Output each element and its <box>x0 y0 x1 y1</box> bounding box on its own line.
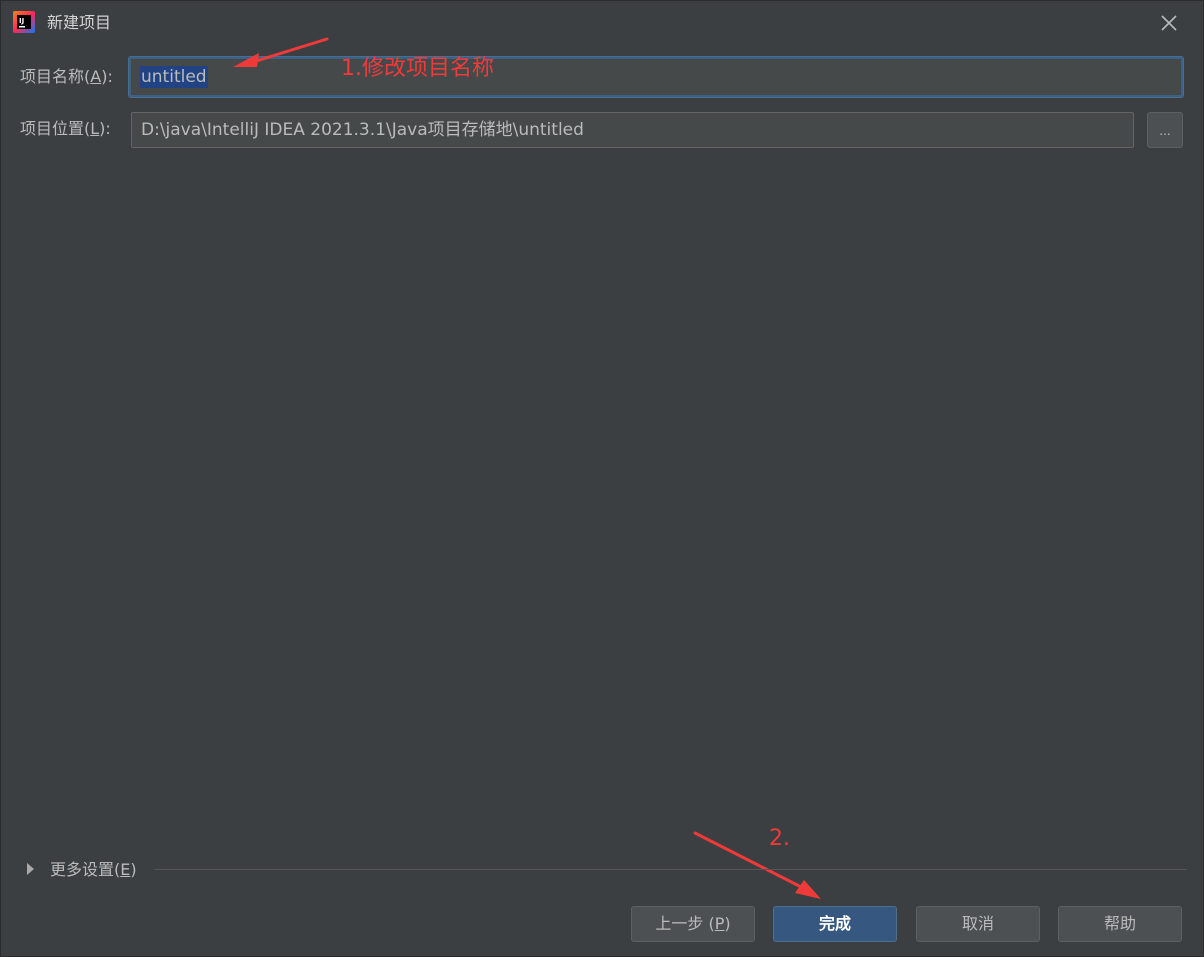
project-location-label-suffix: ): <box>99 119 111 138</box>
project-location-label-prefix: 项目位置( <box>20 119 91 138</box>
project-name-label-prefix: 项目名称( <box>20 67 91 86</box>
annotation-step-2-text: 2. <box>769 826 790 851</box>
project-name-value[interactable]: untitled <box>140 66 208 88</box>
project-name-label-mnemonic: A <box>90 67 102 86</box>
project-location-label-mnemonic: L <box>90 119 100 138</box>
more-settings-label-suffix: ) <box>130 860 137 879</box>
project-name-label: 项目名称(A): <box>20 66 113 88</box>
annotation-step-1-text: 1.修改项目名称 <box>341 56 494 81</box>
more-settings-label-mnemonic: E <box>120 860 131 879</box>
more-settings-label: 更多设置(E) <box>50 858 137 882</box>
more-settings-label-prefix: 更多设置( <box>50 860 121 879</box>
project-location-value[interactable]: D:\java\IntelliJ IDEA 2021.3.1\Java项目存储地… <box>141 119 584 141</box>
project-name-label-suffix: ): <box>101 67 113 86</box>
finish-button[interactable]: 完成 <box>773 906 897 942</box>
window-title: 新建项目 <box>47 13 112 32</box>
previous-button-suffix: ) <box>724 914 731 933</box>
close-icon[interactable] <box>1157 11 1181 35</box>
more-settings-divider <box>154 869 1187 870</box>
app-icon-text: IJ <box>19 17 24 25</box>
previous-button[interactable]: 上一步 (P) <box>631 906 755 942</box>
intellij-idea-app-icon: IJ <box>13 11 35 33</box>
expand-triangle-icon <box>27 863 34 875</box>
browse-button[interactable]: ... <box>1147 112 1183 148</box>
previous-button-mnemonic: P <box>714 914 725 933</box>
project-name-input[interactable]: untitled <box>128 56 1184 98</box>
annotation-arrow-2 <box>693 831 821 899</box>
new-project-dialog: IJ 新建项目 项目名称(A): untitled 项目位置(L): D:\ja… <box>0 0 1204 957</box>
previous-button-prefix: 上一步 ( <box>655 914 715 933</box>
cancel-button[interactable]: 取消 <box>916 906 1040 942</box>
project-location-input[interactable]: D:\java\IntelliJ IDEA 2021.3.1\Java项目存储地… <box>131 112 1134 148</box>
project-location-label: 项目位置(L): <box>20 118 111 140</box>
help-button[interactable]: 帮助 <box>1058 906 1182 942</box>
title-bar: IJ 新建项目 <box>1 1 1204 45</box>
